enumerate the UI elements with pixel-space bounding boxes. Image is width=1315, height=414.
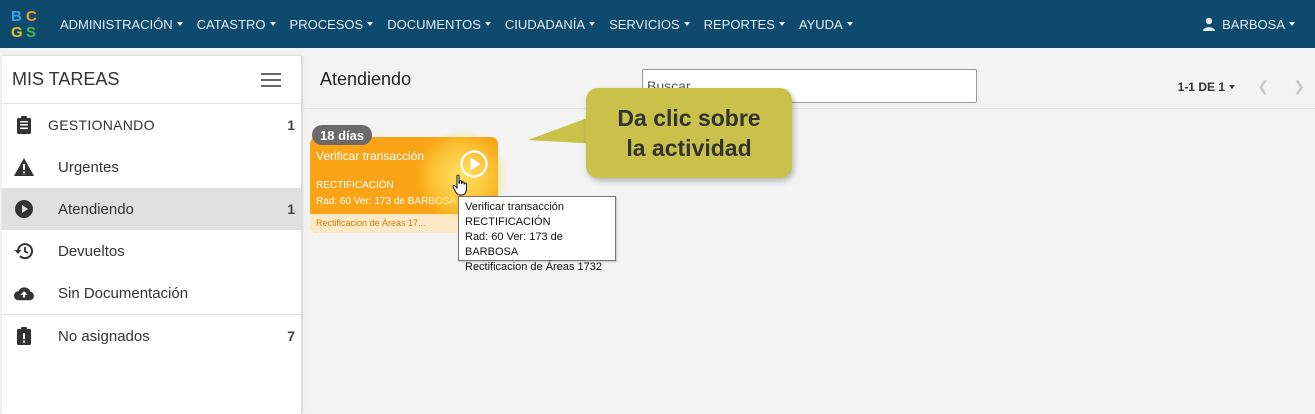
chevron-right-icon[interactable]: ❯ [1293, 78, 1305, 95]
menu-ciudadania[interactable]: CIUDADANÍA [504, 16, 596, 32]
svg-text:S: S [26, 24, 36, 40]
sidebar-item-count: 7 [287, 328, 295, 344]
sidebar-item-label: Devueltos [58, 242, 125, 260]
task-title: Verificar transacción [316, 149, 425, 163]
main-header: Atendiendo 1-1 DE 1 ❮ ❯ [302, 56, 1315, 109]
caret-down-icon [1229, 85, 1235, 89]
top-navigation-bar: B C G S ADMINISTRACIÓN CATASTRO PROCESOS… [0, 0, 1315, 48]
callout-line: Da clic sobre [617, 105, 761, 131]
sidebar-item-label: No asignados [58, 327, 150, 345]
user-name: BARBOSA [1222, 16, 1285, 32]
tooltip-line: Rad: 60 Ver: 173 de BARBOSA [465, 231, 563, 258]
caret-down-icon [589, 22, 596, 26]
cloud-upload-icon [14, 283, 34, 303]
svg-text:C: C [26, 8, 37, 25]
sidebar-item-gestionando[interactable]: GESTIONANDO 1 [2, 104, 301, 146]
menu-procesos[interactable]: PROCESOS [290, 17, 374, 32]
menu-administracion[interactable]: ADMINISTRACIÓN [60, 17, 183, 32]
menu-label: PROCESOS [289, 16, 364, 32]
play-circle-icon [14, 199, 34, 219]
task-tooltip: Verificar transacción RECTIFICACIÓN Rad:… [458, 196, 616, 273]
caret-down-icon [778, 22, 785, 26]
pagination-label: 1-1 DE 1 [1177, 80, 1225, 94]
menu-documentos[interactable]: DOCUMENTOS [387, 17, 491, 32]
page-title: Atendiendo [320, 69, 412, 89]
sidebar-title: MIS TAREAS [12, 69, 120, 89]
sidebar-item-urgentes[interactable]: Urgentes [2, 146, 301, 188]
sidebar-item-count: 1 [287, 201, 295, 217]
warning-icon [14, 157, 34, 177]
sidebar-item-atendiendo[interactable]: Atendiendo 1 [2, 188, 301, 230]
caret-down-icon [176, 22, 183, 26]
sidebar-item-label: GESTIONANDO [48, 117, 155, 133]
menu-label: ADMINISTRACIÓN [60, 16, 173, 32]
caret-down-icon [1289, 22, 1295, 26]
menu-label: SERVICIOS [609, 16, 680, 32]
user-menu[interactable]: BARBOSA [1202, 0, 1295, 48]
clipboard-alert-icon [14, 326, 34, 346]
caret-down-icon [484, 22, 491, 26]
caret-down-icon [683, 22, 690, 26]
callout-line: la actividad [626, 135, 752, 161]
app-logo[interactable]: B C G S [9, 6, 43, 40]
user-icon [1203, 17, 1216, 31]
hamburger-menu-icon[interactable] [261, 72, 281, 87]
task-type: RECTIFICACIÓN [316, 180, 394, 191]
clipboard-icon [14, 115, 34, 135]
sidebar-item-label: Atendiendo [58, 200, 134, 218]
sidebar-item-no-asignados[interactable]: No asignados 7 [2, 315, 301, 357]
menu-label: DOCUMENTOS [387, 16, 481, 32]
sidebar-item-devueltos[interactable]: Devueltos [2, 230, 301, 272]
menu-label: AYUDA [798, 16, 843, 32]
sidebar: MIS TAREAS GESTIONANDO 1 Urgentes Atendi… [2, 56, 301, 414]
menu-label: CATASTRO [196, 16, 266, 32]
sidebar-item-sin-documentacion[interactable]: Sin Documentación [2, 272, 301, 314]
menu-catastro[interactable]: CATASTRO [197, 17, 276, 32]
instruction-callout: Da clic sobre la actividad [586, 88, 792, 178]
sidebar-item-label: Sin Documentación [58, 284, 189, 302]
tooltip-line: Rectificacion de Áreas 1732 [465, 261, 602, 273]
tooltip-line: Verificar transacción [465, 201, 565, 213]
svg-text:B: B [11, 8, 22, 25]
pagination-selector[interactable]: 1-1 DE 1 [1178, 80, 1235, 94]
menu-label: CIUDADANÍA [504, 16, 586, 32]
main-menu: ADMINISTRACIÓN CATASTRO PROCESOS DOCUMEN… [60, 0, 867, 48]
hand-cursor-icon [452, 174, 467, 196]
menu-servicios[interactable]: SERVICIOS [609, 17, 690, 32]
caret-down-icon [269, 22, 276, 26]
svg-text:G: G [11, 24, 23, 40]
menu-ayuda[interactable]: AYUDA [799, 17, 853, 32]
menu-reportes[interactable]: REPORTES [704, 17, 785, 32]
sidebar-item-label: Urgentes [58, 158, 119, 176]
tooltip-line: RECTIFICACIÓN [465, 216, 551, 228]
sidebar-item-count: 1 [287, 117, 295, 133]
sidebar-header: MIS TAREAS [2, 56, 301, 104]
caret-down-icon [367, 22, 374, 26]
caret-down-icon [846, 22, 853, 26]
days-badge: 18 días [312, 125, 373, 145]
chevron-left-icon[interactable]: ❮ [1257, 78, 1269, 95]
menu-label: REPORTES [703, 16, 775, 32]
history-icon [14, 241, 34, 261]
